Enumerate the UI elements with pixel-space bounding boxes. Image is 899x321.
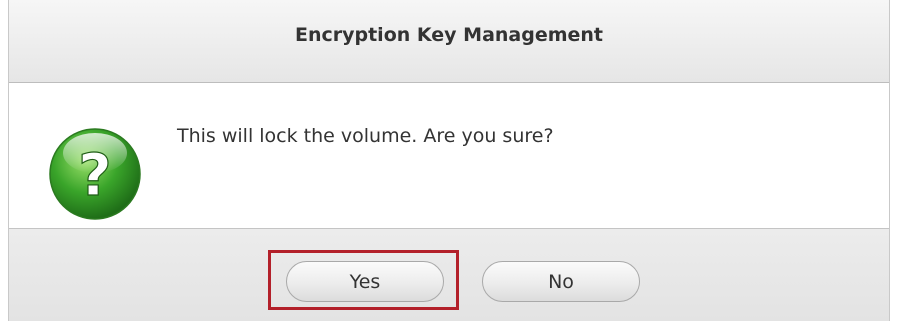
- dialog-title: Encryption Key Management: [294, 24, 604, 46]
- question-icon: ?: [49, 128, 141, 220]
- yes-button[interactable]: Yes: [286, 261, 444, 302]
- dialog-footer: Yes No: [9, 228, 889, 321]
- confirm-dialog: Encryption Key Management ? This will lo…: [8, 0, 890, 321]
- dialog-message: This will lock the volume. Are you sure?: [177, 125, 554, 147]
- dialog-body: ? This will lock the volume. Are you sur…: [9, 83, 889, 228]
- dialog-titlebar: Encryption Key Management: [9, 0, 889, 83]
- svg-text:?: ?: [78, 141, 112, 209]
- no-button[interactable]: No: [482, 261, 640, 302]
